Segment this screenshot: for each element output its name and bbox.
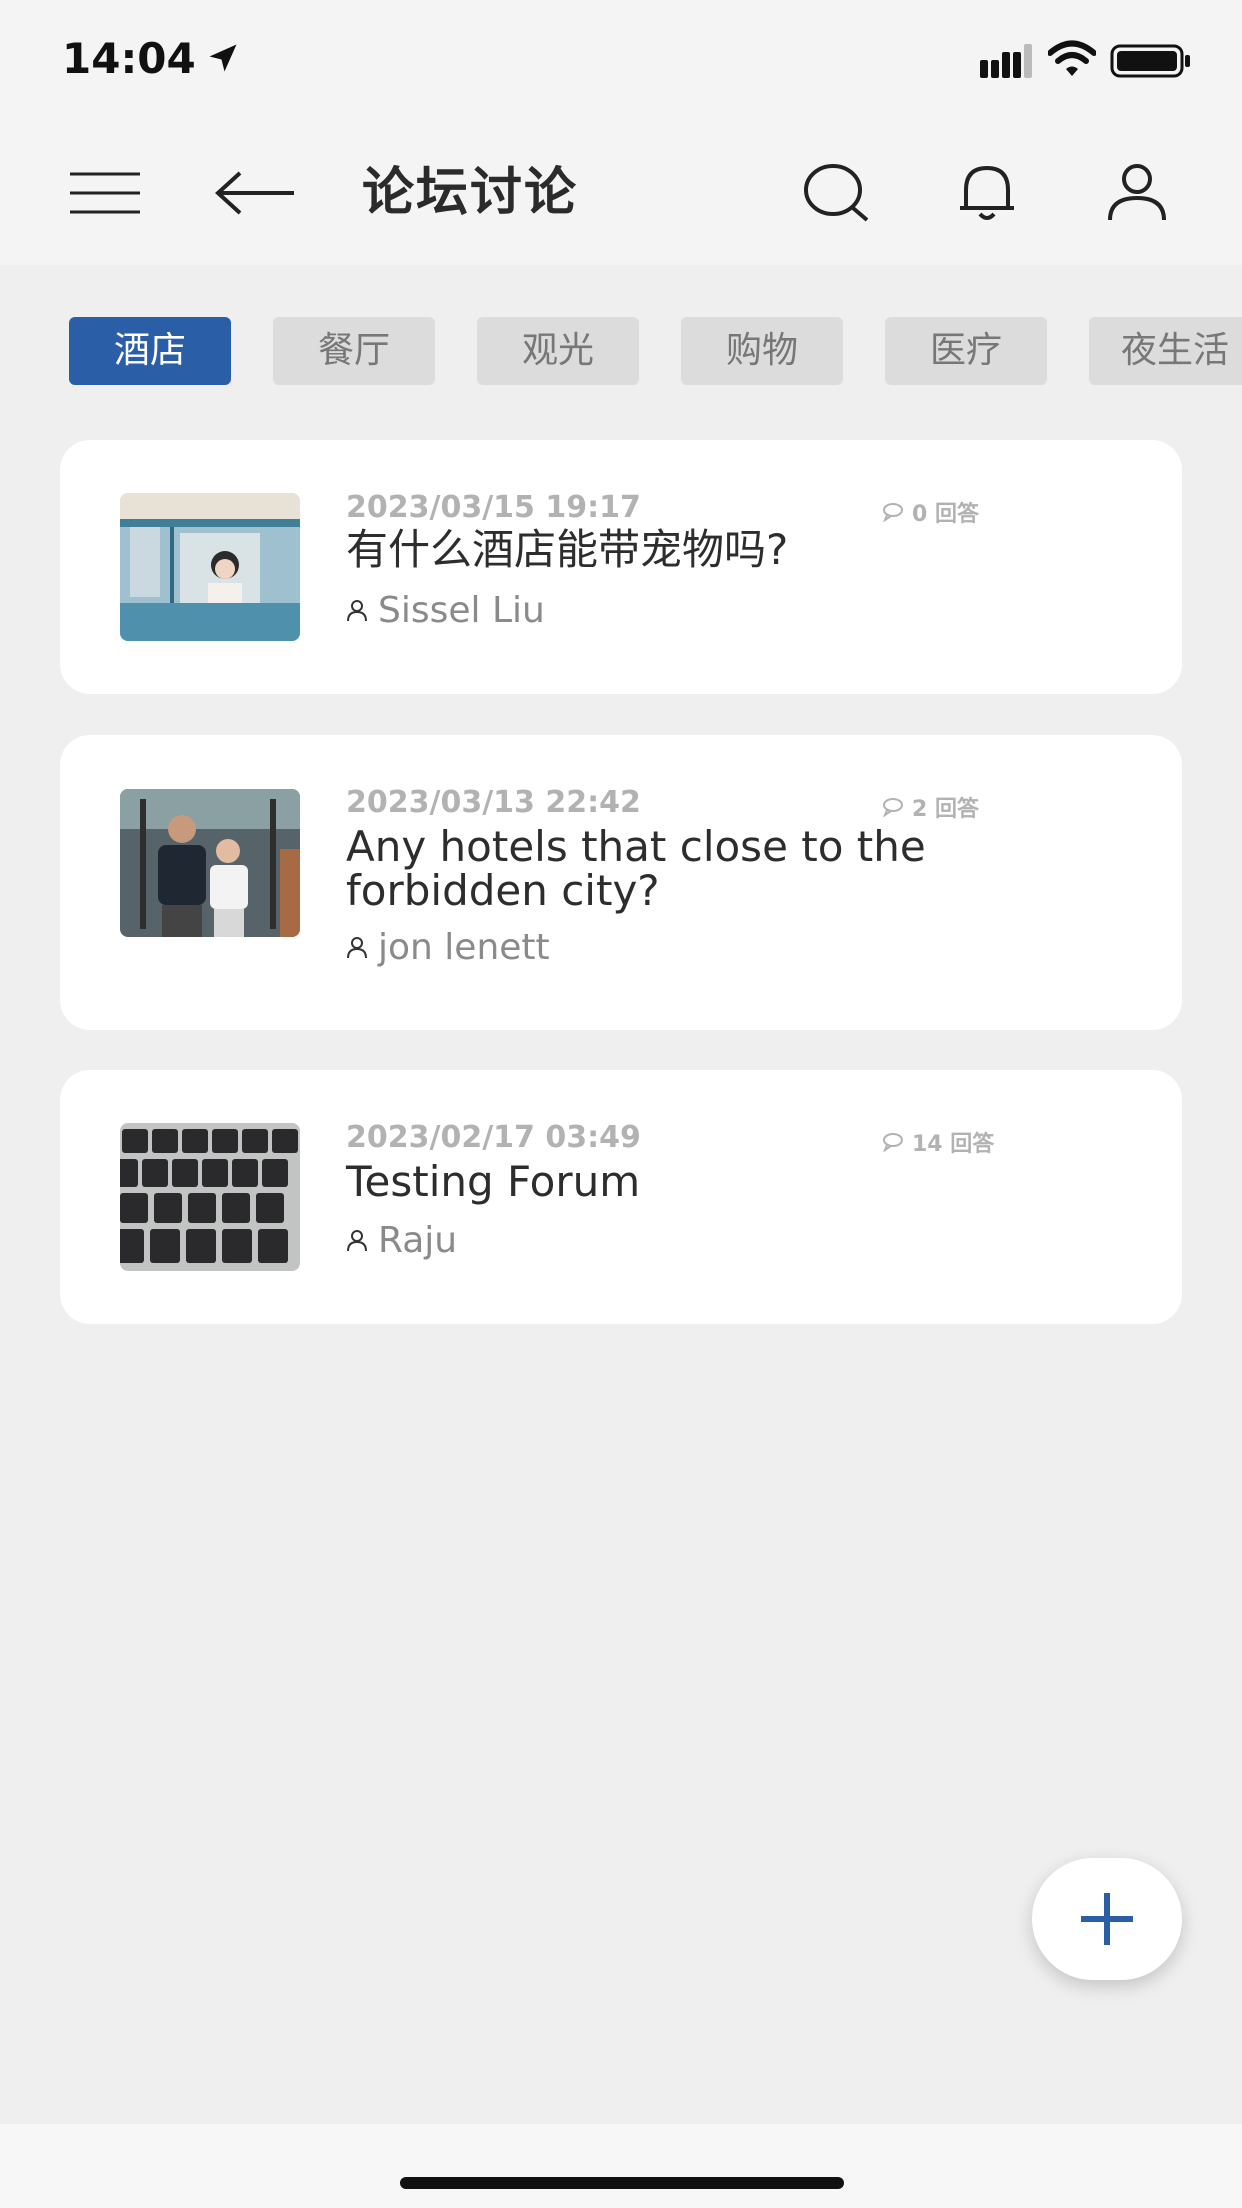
tab-nightlife[interactable]: 夜生活: [1089, 317, 1242, 385]
home-indicator[interactable]: [400, 2177, 844, 2189]
user-icon: [347, 936, 367, 958]
comment-icon: [883, 503, 903, 522]
reply-count: 2 回答: [882, 791, 979, 823]
post-thumbnail: [120, 1123, 300, 1271]
post-card[interactable]: 2023/02/17 03:49 14 回答 Testing Forum Raj…: [60, 1070, 1182, 1324]
battery-icon: [1110, 44, 1190, 78]
category-tabs: 酒店 餐厅 观光 购物 医疗 夜生活: [0, 317, 1242, 387]
tab-restaurant[interactable]: 餐厅: [273, 317, 435, 385]
profile-button[interactable]: [1092, 148, 1182, 238]
navigation-bar: 论坛讨论: [0, 120, 1242, 265]
post-card[interactable]: 2023/03/13 22:42 2 回答 Any hotels that cl…: [60, 735, 1182, 1030]
reply-count-text: 2 回答: [912, 797, 979, 822]
comment-icon: [883, 1133, 903, 1152]
tab-hotel[interactable]: 酒店: [69, 317, 231, 385]
back-button[interactable]: [210, 148, 300, 238]
status-bar: 14:04: [0, 0, 1242, 120]
post-date: 2023/03/13 22:42: [346, 785, 641, 820]
post-date: 2023/02/17 03:49: [346, 1120, 641, 1155]
post-title: Testing Forum: [346, 1157, 641, 1206]
post-thumbnail: [120, 493, 300, 641]
post-author: Sissel Liu: [346, 590, 545, 631]
user-icon: [347, 1229, 367, 1251]
cellular-signal-icon: [980, 44, 1032, 78]
status-time: 14:04: [62, 34, 196, 83]
add-post-button[interactable]: [1032, 1858, 1182, 1980]
tab-sightseeing[interactable]: 观光: [477, 317, 639, 385]
post-thumbnail: [120, 789, 300, 937]
notifications-button[interactable]: [942, 148, 1032, 238]
hamburger-menu-icon: [70, 172, 140, 214]
post-card[interactable]: 2023/03/15 19:17 0 回答 有什么酒店能带宠物吗? Sissel…: [60, 440, 1182, 694]
post-date: 2023/03/15 19:17: [346, 490, 641, 525]
post-title: Any hotels that close to the forbidden c…: [346, 822, 926, 915]
tab-shopping[interactable]: 购物: [681, 317, 843, 385]
bell-icon: [960, 165, 1014, 220]
bottom-safe-area: [0, 2124, 1242, 2208]
page-title: 论坛讨论: [362, 163, 579, 223]
reply-count-text: 14 回答: [912, 1132, 995, 1157]
plus-icon: [1081, 1893, 1133, 1945]
wifi-icon: [1048, 40, 1096, 76]
search-button[interactable]: [792, 148, 882, 238]
user-icon: [347, 599, 367, 621]
author-name: Sissel Liu: [378, 590, 545, 631]
menu-button[interactable]: [60, 148, 150, 238]
post-author: Raju: [346, 1220, 457, 1261]
user-icon: [1108, 164, 1166, 221]
comment-icon: [883, 798, 903, 817]
author-name: Raju: [378, 1220, 458, 1261]
reply-count: 0 回答: [882, 496, 979, 528]
tab-medical[interactable]: 医疗: [885, 317, 1047, 385]
reply-count-text: 0 回答: [912, 502, 979, 527]
back-arrow-icon: [215, 171, 294, 215]
author-name: jon lenett: [378, 927, 550, 968]
reply-count: 14 回答: [882, 1126, 994, 1158]
post-title: 有什么酒店能带宠物吗?: [346, 525, 789, 574]
search-icon: [804, 164, 869, 222]
post-author: jon lenett: [346, 927, 550, 968]
location-arrow-icon: [209, 44, 237, 72]
